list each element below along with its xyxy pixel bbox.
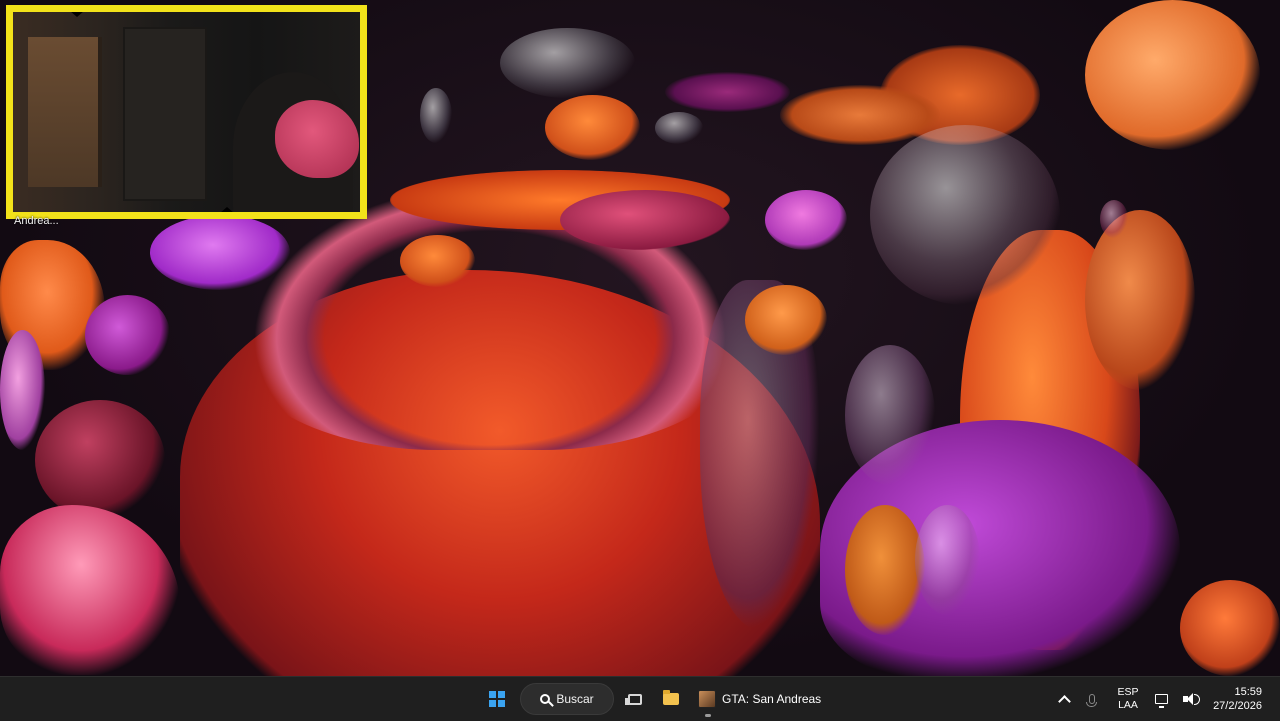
task-view-icon (625, 693, 642, 705)
folder-icon (663, 690, 679, 705)
file-explorer-button[interactable] (656, 681, 686, 717)
webcam-overlay (6, 5, 367, 219)
network-icon (1154, 694, 1168, 708)
taskbar-center: Buscar GTA: San Andreas (480, 677, 829, 721)
taskbar-app-label: GTA: San Andreas (722, 692, 822, 706)
microphone-button[interactable] (1078, 677, 1106, 721)
webcam-label: Andrea... (14, 215, 59, 227)
windows-logo-icon (489, 691, 505, 707)
webcam-door (28, 37, 102, 187)
language-button[interactable]: ESP LAA (1106, 677, 1150, 721)
start-button[interactable] (480, 681, 514, 717)
task-view-button[interactable] (620, 681, 650, 717)
system-tray: ESP LAA 15:59 27/2/2026 (1050, 677, 1280, 721)
gta-icon (698, 690, 716, 708)
chevron-up-icon (1057, 694, 1071, 708)
search-box[interactable]: Buscar (520, 683, 614, 715)
show-hidden-icons-button[interactable] (1050, 677, 1078, 721)
search-label: Buscar (556, 692, 594, 706)
clock-date: 27/2/2026 (1213, 700, 1262, 712)
webcam-shelf (123, 27, 207, 201)
taskbar: Buscar GTA: San Andreas ESP LAA 15:59 27… (0, 676, 1280, 721)
clock-time: 15:59 (1234, 686, 1262, 698)
taskbar-app-gta[interactable]: GTA: San Andreas (692, 681, 829, 717)
volume-button[interactable] (1172, 677, 1200, 721)
search-icon (540, 694, 551, 704)
microphone-icon (1086, 694, 1097, 707)
language-secondary: LAA (1118, 699, 1138, 711)
clock-button[interactable]: 15:59 27/2/2026 (1198, 677, 1280, 721)
running-indicator (705, 714, 711, 717)
volume-icon (1182, 693, 1200, 705)
network-button[interactable] (1150, 677, 1172, 721)
webcam-frame-notch-top (63, 12, 91, 17)
webcam-frame-notch-bottom (213, 207, 241, 212)
language-primary: ESP (1117, 686, 1139, 698)
